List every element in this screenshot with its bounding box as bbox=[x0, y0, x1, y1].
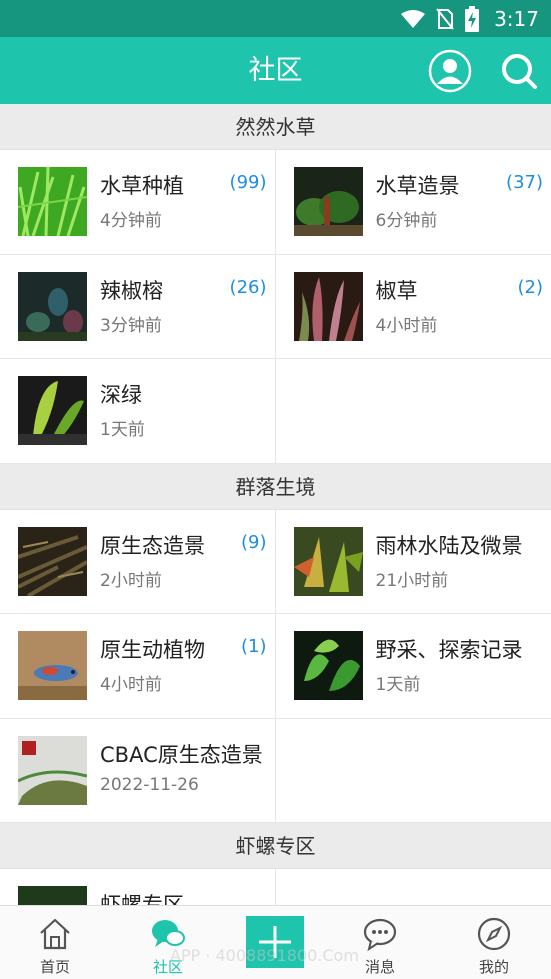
board-cell[interactable]: CBAC原生态造景 2022-11-26 bbox=[0, 718, 276, 823]
board-name: 原生动植物 bbox=[100, 638, 205, 662]
forum-list[interactable]: 然然水草 水草种植 4分钟前 (99) 水草造景 6分钟前 (37) 辣椒榕 3… bbox=[0, 104, 551, 905]
tab-label: 社区 bbox=[152, 958, 183, 976]
board-name: 椒草 bbox=[375, 278, 418, 303]
board-time: 1天前 bbox=[100, 420, 145, 440]
board-time: 6分钟前 bbox=[375, 211, 438, 231]
board-count: (1) bbox=[241, 636, 267, 657]
profile-icon bbox=[428, 49, 472, 93]
board-thumbnail bbox=[18, 631, 87, 700]
section-grid: 虾螺专区 bbox=[0, 869, 551, 905]
tab-mine[interactable]: 我的 bbox=[439, 906, 549, 979]
section-header: 群落生境 bbox=[0, 463, 551, 510]
section-header: 虾螺专区 bbox=[0, 823, 551, 869]
section-header: 然然水草 bbox=[0, 104, 551, 150]
tab-home[interactable]: 首页 bbox=[0, 906, 110, 979]
wifi-icon bbox=[401, 10, 426, 28]
board-count: (37) bbox=[506, 172, 543, 193]
board-cell[interactable]: 雨林水陆及微景 21小时前 bbox=[275, 510, 551, 614]
board-thumbnail bbox=[18, 526, 87, 596]
plus-icon bbox=[259, 926, 291, 958]
board-time: 2小时前 bbox=[100, 570, 162, 591]
section-grid: 水草种植 4分钟前 (99) 水草造景 6分钟前 (37) 辣椒榕 3分钟前 (… bbox=[0, 150, 551, 464]
tab-label: 消息 bbox=[364, 958, 395, 976]
board-name: 野采、探索记录 bbox=[375, 638, 523, 662]
tab-community[interactable]: 社区 bbox=[113, 906, 223, 979]
compass-icon bbox=[477, 917, 511, 951]
board-cell[interactable]: 野采、探索记录 1天前 bbox=[275, 614, 551, 719]
board-cell[interactable]: 虾螺专区 bbox=[0, 869, 276, 905]
board-name: 水草造景 bbox=[375, 174, 460, 198]
board-thumbnail bbox=[293, 271, 363, 341]
search-button[interactable] bbox=[497, 49, 541, 93]
board-thumbnail bbox=[293, 631, 363, 700]
board-cell[interactable]: 椒草 4小时前 (2) bbox=[275, 255, 551, 359]
message-icon bbox=[363, 918, 397, 952]
community-icon bbox=[152, 920, 185, 947]
tab-label: 首页 bbox=[39, 958, 70, 976]
status-icons: 3:17 bbox=[400, 5, 539, 33]
board-name: 辣椒榕 bbox=[100, 278, 163, 303]
board-cell[interactable]: 水草造景 6分钟前 (37) bbox=[275, 150, 551, 255]
section-grid: 原生态造景 2小时前 (9) 雨林水陆及微景 21小时前 原生动植物 4小时前 … bbox=[0, 509, 551, 823]
tab-bar: 首页 社区 消息 我的 APP · 4008891800.Com bbox=[0, 905, 551, 979]
board-time: 4分钟前 bbox=[100, 211, 162, 231]
board-thumbnail bbox=[18, 376, 87, 445]
board-cell[interactable]: 水草种植 4分钟前 (99) bbox=[0, 150, 276, 255]
board-cell[interactable]: 原生态造景 2小时前 (9) bbox=[0, 509, 276, 614]
board-name: 雨林水陆及微景 bbox=[375, 533, 523, 558]
board-time: 21小时前 bbox=[375, 570, 449, 591]
board-thumbnail bbox=[18, 886, 87, 905]
empty-cell bbox=[275, 719, 551, 823]
profile-button[interactable] bbox=[428, 49, 472, 93]
board-time: 4小时前 bbox=[100, 675, 162, 695]
home-icon bbox=[40, 918, 70, 950]
board-thumbnail bbox=[18, 271, 87, 341]
board-count: (99) bbox=[229, 172, 267, 193]
no-sim-icon bbox=[436, 8, 454, 30]
board-cell[interactable]: 辣椒榕 3分钟前 (26) bbox=[0, 254, 276, 359]
board-count: (26) bbox=[229, 276, 267, 298]
board-time: 2022-11-26 bbox=[100, 774, 199, 795]
tab-messages[interactable]: 消息 bbox=[325, 906, 435, 979]
empty-cell bbox=[275, 359, 551, 464]
search-icon bbox=[502, 54, 537, 89]
board-thumbnail bbox=[293, 167, 363, 236]
add-post-button[interactable] bbox=[246, 916, 304, 968]
board-name: 水草种植 bbox=[100, 174, 184, 198]
board-cell[interactable]: 原生动植物 4小时前 (1) bbox=[0, 614, 276, 719]
battery-icon bbox=[465, 6, 480, 32]
board-count: (2) bbox=[517, 276, 544, 298]
board-thumbnail bbox=[18, 167, 87, 236]
status-time: 3:17 bbox=[494, 7, 539, 31]
app-header: 社区 bbox=[0, 37, 551, 104]
board-name: CBAC原生态造景 bbox=[100, 742, 263, 767]
board-thumbnail bbox=[293, 526, 363, 596]
board-name: 原生态造景 bbox=[100, 533, 205, 558]
board-name: 虾螺专区 bbox=[100, 893, 184, 905]
board-name: 深绿 bbox=[100, 383, 142, 407]
board-time: 4小时前 bbox=[375, 315, 438, 336]
tab-label: 我的 bbox=[478, 958, 509, 976]
board-cell[interactable]: 深绿 1天前 bbox=[0, 359, 276, 464]
board-time: 3分钟前 bbox=[100, 315, 162, 336]
status-bar: 3:17 bbox=[0, 0, 551, 37]
board-time: 1天前 bbox=[375, 675, 421, 695]
board-thumbnail bbox=[18, 735, 87, 805]
board-count: (9) bbox=[241, 531, 267, 553]
